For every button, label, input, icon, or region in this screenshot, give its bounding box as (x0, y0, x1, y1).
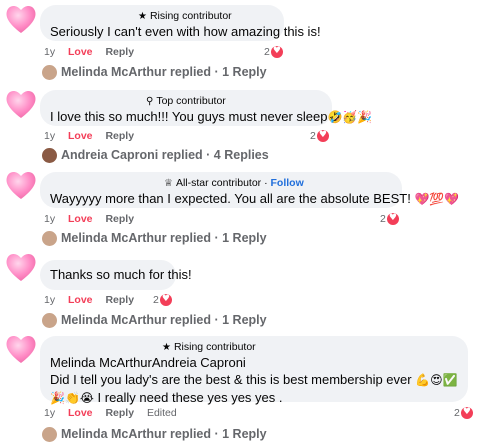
star-icon: ★ (138, 11, 147, 22)
comment-text: Wayyyyy more than I expected. You all ar… (50, 191, 460, 206)
comment-time: 1y (44, 294, 56, 306)
reply-button[interactable]: Reply (105, 407, 134, 419)
replies-link[interactable]: Melinda McArthur replied · 1 Reply (42, 426, 267, 443)
love-button[interactable]: Love (68, 46, 93, 58)
heart-avatar-icon[interactable] (4, 87, 38, 121)
comment-mention[interactable]: Melinda McArthurAndreia Caproni (50, 354, 458, 371)
comment-bubble: ⚲ Top contributor I love this so much!!! … (40, 90, 373, 126)
comment: ⚲ Top contributor I love this so much!!! … (0, 85, 498, 165)
love-reaction-icon (316, 128, 329, 143)
comment-time: 1y (44, 407, 56, 419)
comment: Thanks so much for this! 1y Love Reply 2… (0, 250, 498, 330)
star-icon: ★ (162, 342, 171, 353)
comment-time: 1y (44, 130, 56, 142)
love-button[interactable]: Love (68, 213, 93, 225)
contributor-badge: ★ Rising contributor (138, 10, 232, 22)
reply-button[interactable]: Reply (105, 130, 134, 142)
comment-actions: 1y Love Reply (44, 45, 144, 59)
reaction-count[interactable]: 2 (310, 128, 329, 143)
comment-bubble: ♕ All-star contributor · Follow Wayyyyy m… (40, 172, 460, 208)
comment-text: I love this so much!!! You guys must nev… (50, 109, 373, 124)
love-button[interactable]: Love (68, 407, 93, 419)
comment-actions: 1y Love Reply Edited (44, 406, 187, 420)
comment-text: Thanks so much for this! (50, 267, 192, 282)
love-reaction-icon (270, 44, 283, 59)
replies-link[interactable]: Andreia Caproni replied · 4 Replies (42, 147, 269, 164)
love-button[interactable]: Love (68, 294, 93, 306)
heart-avatar-icon[interactable] (4, 168, 38, 202)
comment-bubble: Thanks so much for this! (40, 260, 192, 290)
contributor-badge: ♕ All-star contributor · Follow (164, 177, 304, 189)
comment-time: 1y (44, 46, 56, 58)
love-reaction-icon (460, 405, 473, 420)
reaction-count[interactable]: 2 (380, 211, 399, 226)
comment: ★ Rising contributor Melinda McArthurAndr… (0, 332, 498, 445)
reaction-count[interactable]: 2 (454, 405, 473, 420)
follow-button[interactable]: Follow (271, 177, 304, 189)
love-reaction-icon (159, 292, 172, 307)
replies-link[interactable]: Melinda McArthur replied · 1 Reply (42, 230, 267, 247)
avatar (42, 427, 57, 443)
love-button[interactable]: Love (68, 130, 93, 142)
comment-time: 1y (44, 213, 56, 225)
comment-text: Seriously I can't even with how amazing … (50, 24, 321, 39)
contributor-badge: ★ Rising contributor (162, 341, 256, 353)
comment-text: Did I tell you lady's are the best & thi… (50, 372, 458, 405)
heart-avatar-icon[interactable] (4, 2, 38, 36)
edited-label: Edited (146, 407, 177, 419)
comment-actions: 1y Love Reply (44, 293, 144, 307)
trophy-icon: ♕ (164, 178, 173, 189)
comment-actions: 1y Love Reply (44, 129, 144, 143)
comment: ★ Rising contributor Seriously I can't ev… (0, 0, 498, 81)
replies-link[interactable]: Melinda McArthur replied · 1 Reply (42, 64, 267, 81)
heart-avatar-icon[interactable] (4, 250, 38, 284)
reply-button[interactable]: Reply (105, 294, 134, 306)
contributor-badge: ⚲ Top contributor (146, 95, 226, 107)
avatar (42, 313, 57, 329)
heart-avatar-icon[interactable] (4, 332, 38, 366)
comment-bubble: ★ Rising contributor Melinda McArthurAndr… (40, 336, 468, 405)
reaction-count[interactable]: 2 (153, 292, 172, 307)
avatar (42, 148, 57, 164)
replies-link[interactable]: Melinda McArthur replied · 1 Reply (42, 312, 267, 329)
reply-button[interactable]: Reply (105, 46, 134, 58)
medal-icon: ⚲ (146, 96, 154, 107)
comment-bubble: ★ Rising contributor Seriously I can't ev… (40, 5, 321, 41)
love-reaction-icon (386, 211, 399, 226)
comment-actions: 1y Love Reply (44, 212, 144, 226)
reaction-count[interactable]: 2 (264, 44, 283, 59)
reply-button[interactable]: Reply (105, 213, 134, 225)
avatar (42, 231, 57, 247)
avatar (42, 65, 57, 81)
comment: ♕ All-star contributor · Follow Wayyyyy m… (0, 168, 498, 248)
